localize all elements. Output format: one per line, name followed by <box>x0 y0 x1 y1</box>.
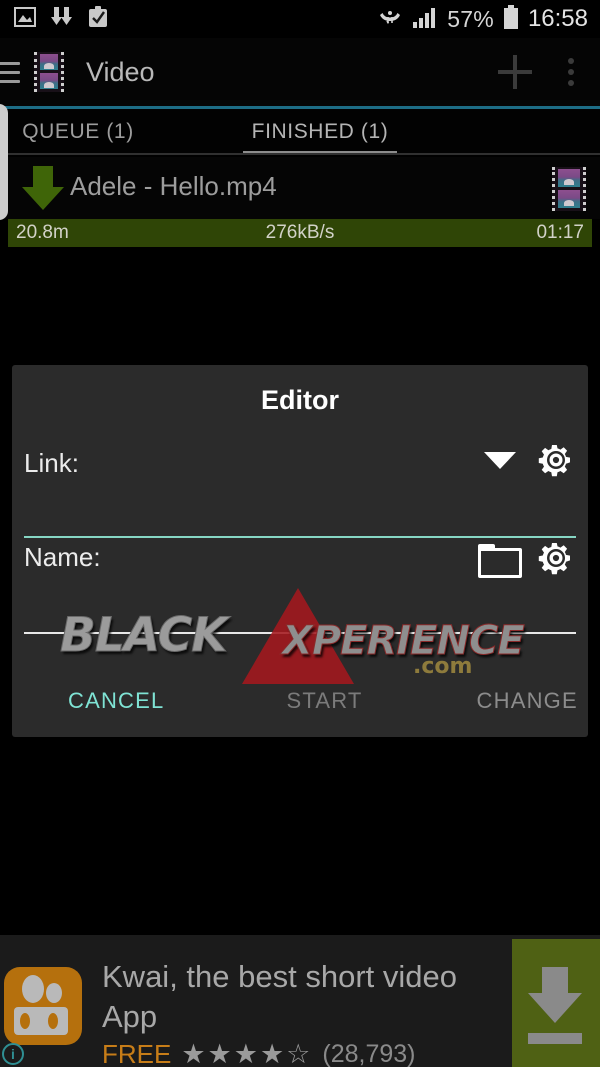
download-file-name: Adele - Hello.mp4 <box>70 171 277 201</box>
download-arrow-icon <box>22 166 64 210</box>
download-speed: 276kB/s <box>265 222 335 243</box>
ad-rating-count: (28,793) <box>322 1040 416 1067</box>
tab-bar: QUEUE (1) FINISHED (1) <box>0 109 600 155</box>
ad-rating-stars: ★★★★☆ <box>181 1039 313 1067</box>
download-elapsed: 01:17 <box>536 222 584 243</box>
phone-screen: 57% 16:58 Video QUEUE (1) FINISHED (1) A… <box>0 0 600 1067</box>
link-field-underline <box>24 536 576 538</box>
kwai-app-icon <box>4 967 82 1045</box>
editor-dialog: Editor Link: Name: CANCEL START CHANGE <box>12 365 588 737</box>
signal-bars-icon <box>412 6 438 33</box>
app-bar: Video <box>0 38 600 106</box>
ad-banner[interactable]: i Kwai, the best short video App FREE ★★… <box>0 935 600 1067</box>
download-size: 20.8m <box>16 222 69 243</box>
link-field-icons <box>484 442 574 478</box>
navigation-drawer-handle[interactable] <box>0 104 8 220</box>
page-title: Video <box>86 56 155 87</box>
app-filmstrip-icon <box>34 52 64 92</box>
ad-meta: FREE ★★★★☆ (28,793) <box>102 1039 416 1067</box>
download-progress-bar: 20.8m 276kB/s 01:17 <box>8 219 592 247</box>
tab-queue[interactable]: QUEUE (1) <box>0 109 178 155</box>
ad-info-icon[interactable]: i <box>2 1043 24 1065</box>
plus-icon[interactable] <box>498 55 532 89</box>
dialog-action-row: CANCEL START CHANGE <box>12 665 588 737</box>
app-bar-actions <box>498 55 600 89</box>
status-bar-right-icons: 57% 16:58 <box>377 4 600 35</box>
filmstrip-icon <box>552 167 586 211</box>
hamburger-menu-icon[interactable] <box>0 61 22 83</box>
chevron-down-icon[interactable] <box>484 451 516 469</box>
ad-title: Kwai, the best short video App <box>102 959 457 1034</box>
tab-finished[interactable]: FINISHED (1) <box>200 109 440 155</box>
ad-install-button[interactable] <box>512 939 600 1067</box>
start-button[interactable]: START <box>286 688 362 714</box>
folder-icon[interactable] <box>478 544 522 578</box>
cancel-button[interactable]: CANCEL <box>68 688 164 714</box>
downloads-icon <box>50 6 74 33</box>
status-bar-left-icons <box>0 5 108 33</box>
change-button[interactable]: CHANGE <box>477 688 578 714</box>
name-field-row: Name: <box>24 542 576 634</box>
ad-price: FREE <box>102 1039 172 1067</box>
wifi-icon <box>377 4 403 35</box>
list-item[interactable]: Adele - Hello.mp4 <box>0 157 600 219</box>
gear-icon[interactable] <box>538 540 574 576</box>
name-field-underline <box>24 632 576 634</box>
dialog-title: Editor <box>261 385 339 415</box>
tab-divider <box>0 153 600 155</box>
battery-icon <box>503 4 519 34</box>
link-field-row: Link: <box>24 445 576 538</box>
battery-percent: 57% <box>447 5 494 32</box>
clock: 16:58 <box>527 5 588 32</box>
image-icon <box>14 6 36 32</box>
clipboard-check-icon <box>88 5 108 33</box>
overflow-menu-icon[interactable] <box>568 58 574 86</box>
gear-icon[interactable] <box>538 442 574 478</box>
name-field-icons <box>478 540 574 578</box>
status-bar: 57% 16:58 <box>0 0 600 38</box>
